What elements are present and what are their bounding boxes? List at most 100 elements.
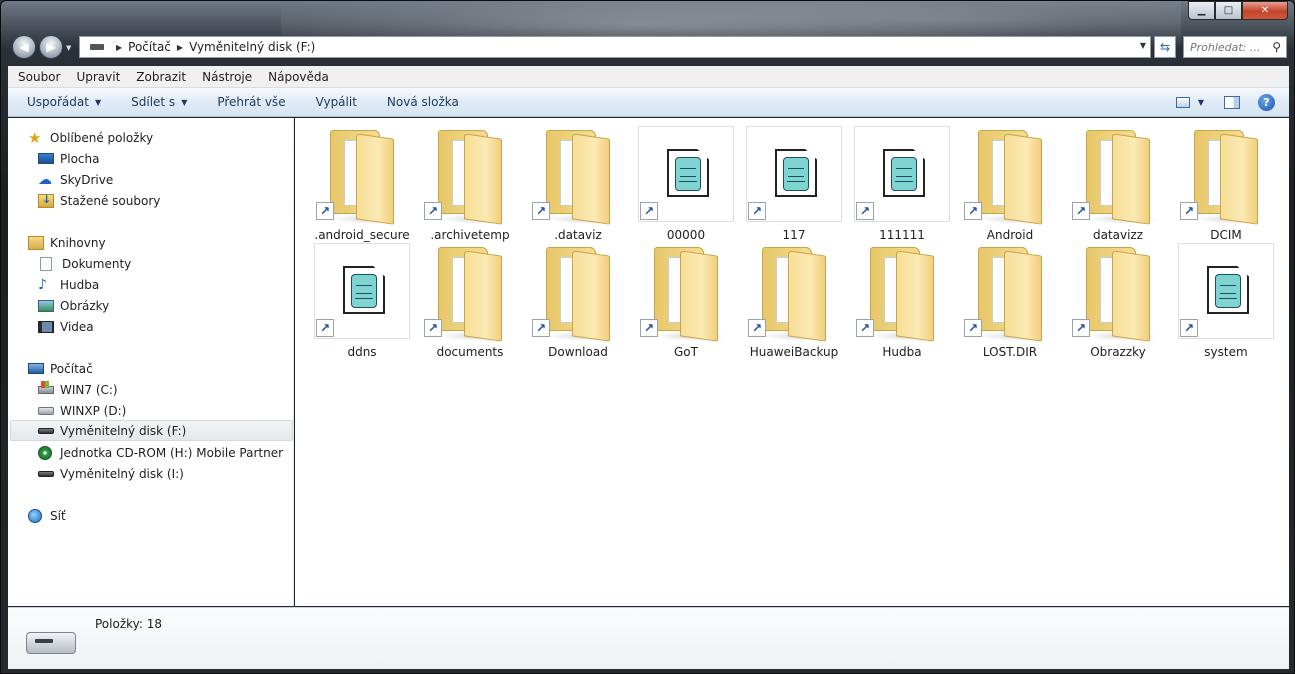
folder-item[interactable]: ↗ Download bbox=[530, 243, 626, 359]
desktop-icon bbox=[38, 153, 54, 164]
shortcut-arrow-icon: ↗ bbox=[640, 202, 658, 220]
nav-item-videos[interactable]: Videa bbox=[38, 316, 94, 337]
item-label: documents bbox=[436, 345, 504, 359]
share-button[interactable]: Sdílet s ▼ bbox=[131, 95, 187, 109]
nav-item-label: Vyměnitelný disk (I:) bbox=[60, 466, 184, 481]
folder-item[interactable]: ↗ Hudba bbox=[854, 243, 950, 359]
cd-rom-icon bbox=[38, 445, 52, 460]
nav-item-label: WINXP (D:) bbox=[60, 403, 127, 418]
folder-item[interactable]: ↗ DCIM bbox=[1178, 126, 1274, 242]
nav-item-drive-i[interactable]: Vyměnitelný disk (I:) bbox=[38, 463, 184, 484]
item-label: 00000 bbox=[666, 228, 706, 242]
nav-computer[interactable]: Počítač bbox=[28, 358, 93, 379]
item-count: Položky: 18 bbox=[95, 617, 163, 631]
menu-edit[interactable]: Upravit bbox=[76, 70, 120, 84]
file-item[interactable]: ↗ ddns bbox=[314, 243, 410, 359]
folder-item[interactable]: ↗ LOST.DIR bbox=[962, 243, 1058, 359]
folder-item[interactable]: ↗ documents bbox=[422, 243, 518, 359]
shortcut-arrow-icon: ↗ bbox=[532, 202, 550, 220]
nav-item-downloads[interactable]: Stažené soubory bbox=[38, 190, 160, 211]
chevron-down-icon: ▼ bbox=[94, 97, 102, 107]
folder-icon bbox=[538, 243, 618, 343]
nav-item-drive-h[interactable]: Jednotka CD-ROM (H:) Mobile Partner bbox=[38, 442, 283, 463]
nav-item-drive-f[interactable]: Vyměnitelný disk (F:) bbox=[10, 420, 293, 441]
nav-network[interactable]: Síť bbox=[28, 505, 66, 526]
shortcut-arrow-icon: ↗ bbox=[964, 319, 982, 337]
shortcut-arrow-icon: ↗ bbox=[856, 202, 874, 220]
search-box[interactable]: ⚲ bbox=[1183, 36, 1287, 58]
breadcrumb-current-drive[interactable]: Vyměnitelný disk (F:) bbox=[189, 40, 315, 54]
menu-tools[interactable]: Nástroje bbox=[202, 70, 252, 84]
view-options-dropdown-icon[interactable]: ▼ bbox=[1198, 98, 1204, 107]
search-input[interactable] bbox=[1190, 40, 1266, 54]
change-view-icon[interactable] bbox=[1175, 97, 1190, 108]
file-item[interactable]: ↗ 00000 bbox=[638, 126, 734, 242]
help-icon[interactable]: ? bbox=[1258, 94, 1275, 111]
folder-item[interactable]: ↗ Android bbox=[962, 126, 1058, 242]
document-icon bbox=[40, 256, 52, 271]
back-button[interactable]: ◀ bbox=[12, 35, 36, 59]
play-all-button[interactable]: Přehrát vše bbox=[217, 95, 285, 109]
item-label: DCIM bbox=[1210, 228, 1242, 242]
network-icon bbox=[28, 508, 42, 523]
shortcut-arrow-icon: ↗ bbox=[1180, 319, 1198, 337]
item-label: .dataviz bbox=[554, 228, 602, 242]
maximize-button[interactable]: □ bbox=[1215, 1, 1242, 20]
close-button[interactable]: ✕ bbox=[1242, 1, 1288, 20]
menu-help[interactable]: Nápověda bbox=[268, 70, 329, 84]
chevron-down-icon: ▼ bbox=[181, 97, 188, 107]
nav-item-drive-d[interactable]: WINXP (D:) bbox=[38, 400, 126, 421]
file-item[interactable]: ↗ 111111 bbox=[854, 126, 950, 242]
nav-favorites[interactable]: ★ Oblíbené položky bbox=[28, 127, 153, 148]
nav-libraries[interactable]: Knihovny bbox=[28, 232, 106, 253]
folder-item[interactable]: ↗ .archivetemp bbox=[422, 126, 518, 242]
shortcut-arrow-icon: ↗ bbox=[1180, 202, 1198, 220]
nav-item-drive-c[interactable]: WIN7 (C:) bbox=[38, 379, 118, 400]
folder-icon bbox=[430, 243, 510, 343]
nav-favorites-label: Oblíbené položky bbox=[50, 130, 154, 145]
nav-item-music[interactable]: ♪ Hudba bbox=[38, 274, 99, 295]
folder-item[interactable]: ↗ datavizz bbox=[1070, 126, 1166, 242]
menu-file[interactable]: Soubor bbox=[18, 70, 60, 84]
file-item[interactable]: ↗ system bbox=[1178, 243, 1274, 359]
cloud-icon: ☁ bbox=[38, 171, 52, 188]
folder-item[interactable]: ↗ Obrazzky bbox=[1070, 243, 1166, 359]
item-label: ddns bbox=[347, 345, 377, 359]
nav-item-label: Obrázky bbox=[60, 298, 110, 313]
recent-pages-dropdown[interactable]: ▼ bbox=[66, 44, 71, 52]
nav-item-label: Vyměnitelný disk (F:) bbox=[60, 423, 187, 438]
menu-view[interactable]: Zobrazit bbox=[136, 70, 186, 84]
refresh-button[interactable]: ⇆ bbox=[1154, 36, 1176, 58]
folder-item[interactable]: ↗ .android_secure bbox=[314, 126, 410, 242]
caption-buttons: ▁ □ ✕ bbox=[1188, 1, 1288, 20]
search-icon: ⚲ bbox=[1272, 40, 1281, 54]
new-folder-button[interactable]: Nová složka bbox=[387, 95, 459, 109]
folder-icon bbox=[430, 126, 510, 226]
file-list: ↗ .android_secure ↗ .archivetemp ↗ .dataviz ↗ 0… bbox=[295, 118, 1289, 606]
shortcut-arrow-icon: ↗ bbox=[856, 319, 874, 337]
preview-pane-icon[interactable] bbox=[1224, 96, 1240, 109]
file-item[interactable]: ↗ 117 bbox=[746, 126, 842, 242]
film-strip-icon bbox=[38, 320, 54, 333]
burn-button[interactable]: Vypálit bbox=[316, 95, 357, 109]
shortcut-arrow-icon: ↗ bbox=[640, 319, 658, 337]
refresh-icon: ⇆ bbox=[1159, 40, 1171, 54]
forward-button[interactable]: ▶ bbox=[39, 35, 63, 59]
nav-item-skydrive[interactable]: ☁ SkyDrive bbox=[38, 169, 113, 190]
folder-icon bbox=[538, 126, 618, 226]
item-label: .archivetemp bbox=[430, 228, 510, 242]
breadcrumb-computer[interactable]: Počítač bbox=[128, 40, 171, 54]
folder-item[interactable]: ↗ GoT bbox=[638, 243, 734, 359]
item-label: GoT bbox=[674, 345, 698, 359]
folder-item[interactable]: ↗ .dataviz bbox=[530, 126, 626, 242]
organize-button[interactable]: Uspořádat ▼ bbox=[27, 95, 101, 109]
item-label: 117 bbox=[782, 228, 806, 242]
nav-item-documents[interactable]: Dokumenty bbox=[40, 253, 131, 274]
minimize-button[interactable]: ▁ bbox=[1188, 1, 1215, 20]
music-note-icon: ♪ bbox=[38, 276, 47, 293]
address-dropdown-icon[interactable]: ▼ bbox=[1140, 41, 1146, 50]
nav-item-pictures[interactable]: Obrázky bbox=[38, 295, 109, 316]
folder-item[interactable]: ↗ HuaweiBackup bbox=[746, 243, 842, 359]
nav-item-desktop[interactable]: Plocha bbox=[38, 148, 99, 169]
address-bar[interactable]: ▶ Počítač ▶ Vyměnitelný disk (F:) ▼ bbox=[79, 36, 1151, 58]
